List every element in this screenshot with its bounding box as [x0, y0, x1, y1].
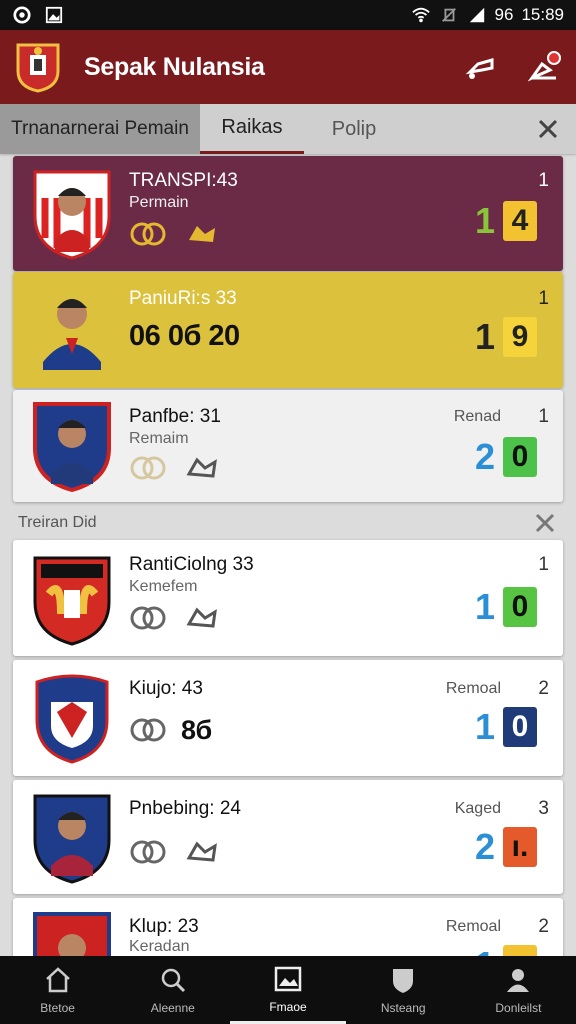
app-bar: Sepak Nulansia	[0, 30, 576, 104]
nav-label: Fmaoe	[269, 999, 307, 1014]
score-box: 0	[503, 437, 537, 477]
rank-number: 2	[538, 916, 549, 937]
nav-label: Donleilst	[495, 1001, 542, 1015]
status-label: Remoal	[445, 918, 501, 935]
rank-number: 1	[538, 406, 549, 427]
nav-label: Btetoe	[40, 1001, 75, 1015]
image-status-icon	[45, 6, 63, 24]
clock: 15:89	[521, 5, 564, 24]
score-box: 4	[503, 201, 537, 241]
boot-icon	[186, 607, 217, 628]
rings-icon	[130, 718, 166, 742]
player-name: Panfbe: 31	[129, 406, 221, 427]
club-name: RantiCiolng 33	[129, 554, 254, 575]
club-logo-icon	[16, 43, 60, 93]
tab-polls[interactable]: Polip	[304, 104, 404, 154]
signal-icon	[469, 7, 484, 23]
club-card[interactable]: Pnbebing: 24 Kaged 3 2 ı.	[13, 780, 563, 894]
score-box: 0	[503, 587, 537, 627]
search-icon	[161, 968, 185, 993]
club-name: Klup: 23	[129, 916, 199, 937]
nav-standings[interactable]: Nsteang	[346, 956, 461, 1024]
status-bar: 96 15:89	[0, 0, 576, 30]
player-name: PaniuRi:s 33	[129, 288, 237, 309]
nav-frame[interactable]: Fmaoe	[230, 956, 346, 1024]
app-title: Sepak Nulansia	[84, 52, 265, 81]
player-avatar-icon	[33, 170, 111, 260]
nav-profile[interactable]: Donleilst	[461, 956, 576, 1024]
rings-icon	[130, 606, 166, 630]
player-avatar-icon	[33, 794, 111, 884]
nav-home[interactable]: Btetoe	[0, 956, 115, 1024]
rank-number: 3	[538, 798, 549, 819]
club-subtitle: Keradan	[129, 938, 190, 955]
section-header: Treiran Did	[0, 508, 576, 538]
section-title: Treiran Did	[18, 514, 97, 531]
rings-icon	[130, 456, 166, 480]
club-stat: 8б	[181, 714, 212, 745]
image-icon	[274, 966, 302, 991]
rank-number: 1	[538, 170, 549, 191]
no-sim-icon	[441, 8, 456, 22]
status-label: Renad	[453, 408, 501, 425]
whistle-icon[interactable]	[464, 50, 498, 84]
club-subtitle: Kemefem	[129, 578, 198, 595]
score-left: 1	[474, 706, 495, 747]
shield-icon	[393, 969, 414, 993]
club-crest-icon	[33, 556, 111, 646]
player-avatar-icon	[43, 299, 101, 370]
score-left: 2	[474, 436, 495, 477]
home-icon	[45, 967, 70, 993]
boot-icon	[189, 226, 215, 242]
nav-label: Aleenne	[150, 1001, 195, 1015]
bottom-navigation: Btetoe Aleenne Fmaoe Nsteang Donleilst	[0, 956, 576, 1024]
close-icon	[538, 119, 558, 139]
score-left: 1	[474, 200, 495, 241]
club-name: Kiujo: 43	[129, 678, 203, 699]
club-card[interactable]: Kiujo: 43 8б Remoal 2 1 0	[13, 660, 563, 776]
player-role: Remaim	[129, 430, 189, 447]
tab-player-transfer[interactable]: Trnanarnerai Pemain	[0, 104, 200, 154]
player-card[interactable]: TRANSPI:43 Permain 1 1 4	[13, 156, 563, 271]
status-label: Remoal	[445, 680, 501, 697]
score-left: 1	[474, 316, 495, 357]
rings-icon	[130, 840, 166, 864]
tab-bar: Trnanarnerai Pemain Raikas Polip	[0, 104, 576, 154]
player-stats: 06 0б 20	[129, 320, 240, 352]
nav-search[interactable]: Aleenne	[115, 956, 230, 1024]
notification-icon[interactable]	[528, 50, 562, 84]
score-left: 2	[474, 826, 495, 867]
close-icon[interactable]	[532, 510, 558, 536]
club-crest-icon	[35, 674, 109, 764]
rank-number: 2	[538, 678, 549, 699]
rank-number: 1	[538, 288, 549, 309]
rings-icon	[130, 222, 166, 246]
score-box: 0	[503, 707, 537, 747]
nav-label: Nsteang	[380, 1001, 426, 1015]
player-card[interactable]: Panfbe: 31 Remaim Renad 1 2 0	[13, 390, 563, 502]
tab-rankings[interactable]: Raikas	[200, 104, 304, 154]
profile-icon	[507, 969, 530, 992]
boot-icon	[186, 841, 217, 862]
player-avatar-icon	[33, 402, 111, 492]
score-box: 9	[503, 317, 537, 357]
club-card[interactable]: RantiCiolng 33 Kemefem 1 1 0	[13, 540, 563, 656]
battery-level: 96	[494, 5, 514, 24]
wifi-icon	[411, 7, 430, 23]
player-role: Permain	[129, 194, 189, 211]
score-box: ı.	[503, 827, 537, 867]
player-name: TRANSPI:43	[129, 170, 238, 191]
player-name: Pnbebing: 24	[129, 798, 241, 819]
close-tabs-button[interactable]	[520, 104, 576, 154]
boot-icon	[186, 457, 217, 478]
status-label: Kaged	[454, 800, 501, 817]
score-left: 1	[474, 586, 495, 627]
settings-status-icon	[13, 6, 31, 24]
player-card[interactable]: PaniuRi:s 33 06 0б 20 1 1 9	[13, 272, 563, 388]
rank-number: 1	[538, 554, 549, 575]
